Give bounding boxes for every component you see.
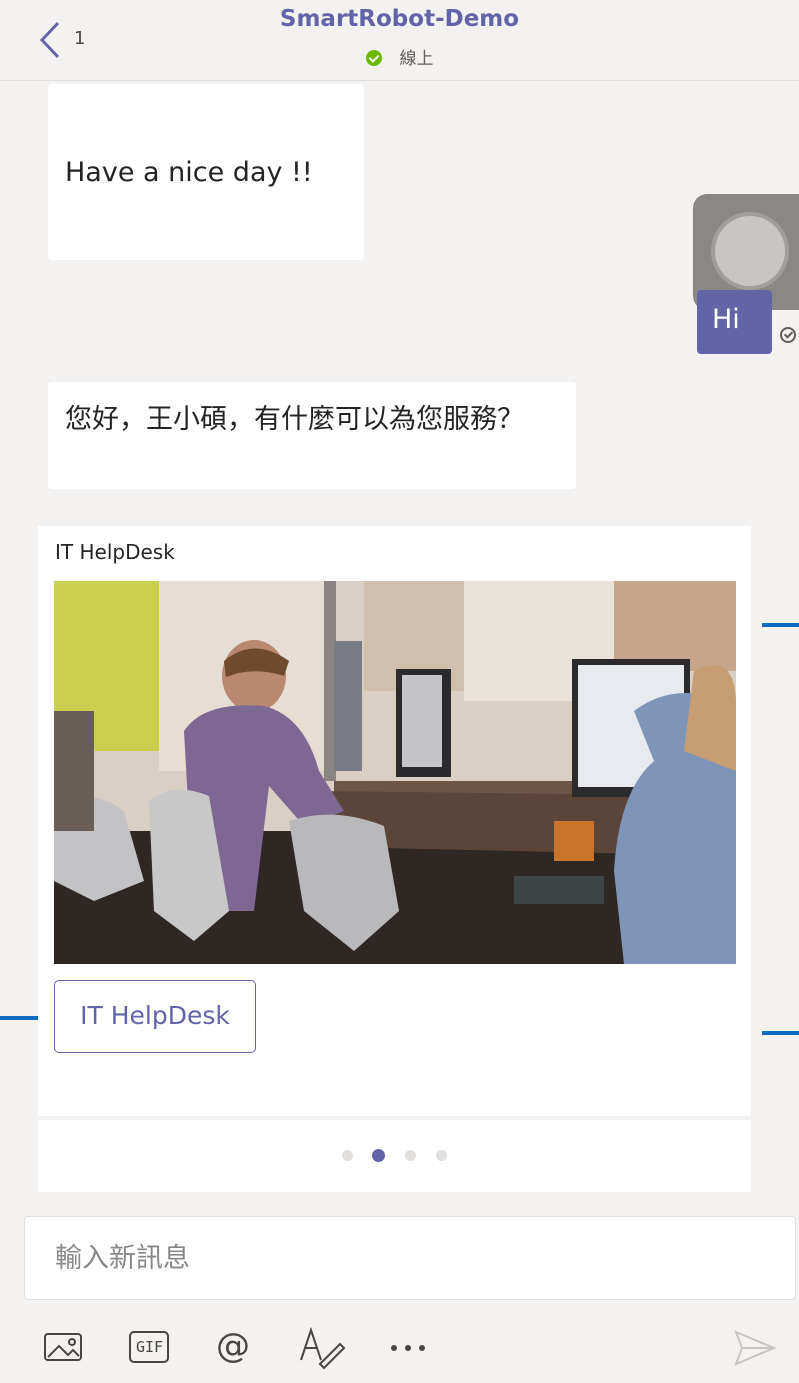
pager-dot-active[interactable] xyxy=(372,1149,385,1162)
gif-icon[interactable]: GIF xyxy=(126,1326,174,1370)
message-text: Hi xyxy=(712,304,740,335)
carousel-prev-marker xyxy=(0,1016,38,1020)
mention-icon[interactable]: @ xyxy=(212,1326,260,1370)
carousel-pager xyxy=(38,1120,751,1192)
carousel-next-marker xyxy=(762,623,799,627)
status-label: 線上 xyxy=(399,49,434,69)
more-icon[interactable] xyxy=(386,1326,434,1370)
mention-label: @ xyxy=(216,1326,250,1366)
gif-label: GIF xyxy=(136,1338,164,1356)
compose-box[interactable] xyxy=(24,1216,796,1300)
online-status-icon xyxy=(365,50,382,66)
bot-message-bubble: 您好，王小碩，有什麼可以為您服務？ xyxy=(48,382,576,489)
send-icon[interactable] xyxy=(732,1326,780,1370)
pager-dot[interactable] xyxy=(342,1150,353,1161)
message-text: 您好，王小碩，有什麼可以為您服務？ xyxy=(65,404,524,435)
it-helpdesk-button[interactable]: IT HelpDesk xyxy=(54,980,256,1053)
user-message-bubble: Hi xyxy=(697,290,772,354)
chat-title[interactable]: SmartRobot-Demo xyxy=(0,6,799,32)
format-icon[interactable] xyxy=(298,1326,346,1370)
compose-toolbar: GIF @ xyxy=(0,1300,799,1383)
pager-dot[interactable] xyxy=(405,1150,416,1161)
message-text: Have a nice day !! xyxy=(65,157,313,188)
message-input[interactable] xyxy=(53,1235,757,1281)
bot-message-bubble: Have a nice day !! xyxy=(48,84,364,260)
pager-dot[interactable] xyxy=(436,1150,447,1161)
office-photo xyxy=(54,581,736,964)
sent-check-icon xyxy=(780,327,796,343)
chat-header: 1 SmartRobot-Demo 線上 xyxy=(0,0,799,81)
presence-status: 線上 xyxy=(0,44,799,69)
card-hero-image[interactable] xyxy=(54,581,736,964)
card-title: IT HelpDesk xyxy=(55,540,175,564)
carousel-next-marker xyxy=(762,1031,799,1035)
avatar-placeholder-icon xyxy=(715,216,785,286)
image-icon[interactable] xyxy=(42,1326,90,1370)
adaptive-card: IT HelpDesk IT HelpDesk xyxy=(38,526,751,1116)
